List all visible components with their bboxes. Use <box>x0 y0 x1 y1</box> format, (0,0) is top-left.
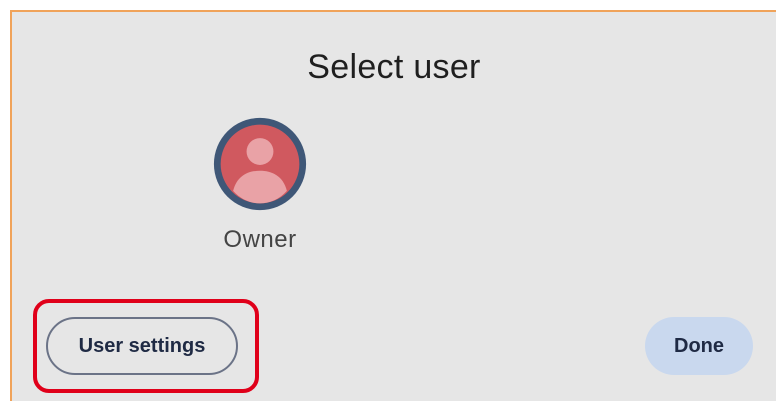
user-tile-owner[interactable]: Owner <box>200 116 320 254</box>
done-button[interactable]: Done <box>645 317 753 375</box>
user-settings-button[interactable]: User settings <box>46 317 238 375</box>
select-user-dialog: Select user Owner User settings Done <box>10 10 776 401</box>
person-avatar-icon <box>213 117 307 211</box>
dialog-title: Select user <box>307 48 481 86</box>
user-name: Owner <box>223 226 297 253</box>
